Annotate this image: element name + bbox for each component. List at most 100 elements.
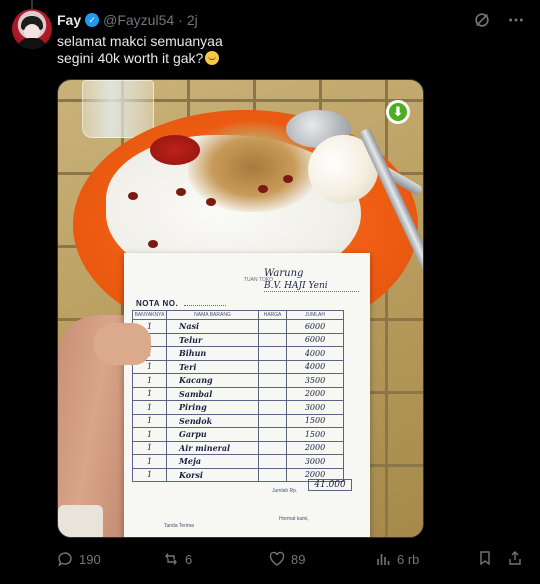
reply-icon: [58, 552, 72, 567]
receipt-row: 1 Meja 3000: [132, 454, 344, 469]
receipt-row: 1 Kacang 3500: [132, 373, 344, 388]
receipt-item-total: 6000: [286, 333, 344, 347]
receipt-item-price: [258, 454, 287, 469]
receipt-item-total: 1500: [286, 414, 344, 428]
views-button[interactable]: 6 rb: [375, 549, 419, 569]
receipt-qty: 1: [132, 373, 167, 388]
heart-icon: [269, 551, 285, 566]
receipt-tanda-terima: Tanda Terima: [164, 523, 194, 529]
receipt-item-price: [258, 373, 287, 388]
separator-dot: ·: [178, 12, 183, 28]
tweet-photo[interactable]: ⬇ TUAN TOKO Warung B.V. HAJI Yeni NOTA N…: [57, 79, 424, 538]
tweet-text-line-2: segini 40k worth it gak?: [57, 50, 204, 66]
receipt-row: 1 Nasi 6000: [132, 319, 344, 334]
repost-icon: [165, 553, 177, 565]
receipt-item-price: [258, 319, 287, 334]
bookmark-icon: [480, 550, 490, 565]
peanut: [283, 175, 293, 183]
sambal-topping: [150, 135, 200, 165]
receipt-item-name: Air mineral: [166, 441, 259, 455]
receipt-qty: 1: [132, 468, 167, 482]
receipt-item-name: Piring: [166, 400, 259, 415]
receipt-item-total: 1500: [286, 427, 344, 442]
like-count: 89: [291, 551, 306, 567]
receipt-item-total: 6000: [286, 319, 344, 334]
receipt-item-total: 2000: [286, 441, 344, 455]
download-button[interactable]: ⬇: [386, 100, 410, 124]
tweet-top-actions: [472, 10, 526, 30]
receipt-col-header: NAMA BARANG: [166, 310, 259, 320]
receipt-item-name: Teri: [166, 360, 259, 374]
receipt-col-header: HARGA: [258, 310, 287, 320]
sleeve: [58, 505, 103, 537]
receipt-item-name: Sendok: [166, 414, 259, 428]
author-handle[interactable]: @Fayzul54: [103, 12, 174, 28]
receipt-item-total: 4000: [286, 360, 344, 374]
receipt-row: 1 Air mineral 2000: [132, 441, 344, 455]
receipt-qty: 1: [132, 400, 167, 415]
reply-button[interactable]: 190: [57, 549, 101, 569]
views-chart-icon: [377, 554, 390, 565]
more-options-icon[interactable]: [506, 10, 526, 30]
peanut: [206, 198, 216, 206]
tweet-action-bar: 190 6 89 6 rb: [57, 549, 527, 569]
receipt-item-price: [258, 468, 287, 482]
receipt-item-price: [258, 400, 287, 415]
receipt-row: 1 Garpu 1500: [132, 427, 344, 442]
receipt-item-name: Kacang: [166, 373, 259, 388]
receipt-hormat-kami: Hormat kami,: [279, 516, 309, 522]
receipt-item-name: Garpu: [166, 427, 259, 442]
receipt-row: 1Bihun4000: [132, 346, 344, 361]
receipt-qty: 1: [132, 441, 167, 455]
share-button[interactable]: [507, 550, 523, 569]
receipt-item-price: [258, 441, 287, 455]
peanut: [258, 185, 268, 193]
grok-icon[interactable]: [472, 10, 492, 30]
receipt-item-name: Telur: [166, 333, 259, 347]
download-arrow-icon: ⬇: [389, 103, 407, 121]
peanut: [176, 188, 186, 196]
verified-badge-icon: ✓: [85, 13, 100, 27]
receipt-item-name: Meja: [166, 454, 259, 469]
receipt-item-price: [258, 360, 287, 374]
repost-count: 6: [185, 551, 193, 567]
receipt-shop-name-2: B.V. HAJI Yeni: [264, 281, 328, 291]
receipt-item-price: [258, 427, 287, 442]
avatar[interactable]: [12, 9, 52, 49]
receipt-qty: 1: [132, 387, 167, 401]
receipt: TUAN TOKO Warung B.V. HAJI Yeni NOTA NO.…: [124, 253, 370, 537]
drinking-glass: [82, 80, 154, 138]
receipt-item-total: 3000: [286, 400, 344, 415]
receipt-qty: 1: [132, 427, 167, 442]
peanut: [148, 240, 158, 248]
receipt-item-name: Bihun: [166, 346, 259, 361]
receipt-nota-label: NOTA NO.: [136, 299, 179, 308]
like-button[interactable]: 89: [269, 549, 305, 569]
receipt-row: 1 Piring 3000: [132, 400, 344, 415]
bookmark-button[interactable]: [477, 550, 493, 569]
receipt-shop-name-1: Warung: [264, 268, 304, 279]
tweet-secondary-actions: [477, 549, 523, 569]
repost-button[interactable]: 6: [163, 549, 192, 569]
receipt-item-price: [258, 414, 287, 428]
relieved-face-emoji-icon: [205, 51, 220, 65]
share-icon: [509, 550, 521, 565]
tweet-time[interactable]: 2j: [187, 12, 198, 28]
receipt-item-name: Korsi: [166, 468, 259, 482]
receipt-item-price: [258, 387, 287, 401]
receipt-item-name: Sambal: [166, 387, 259, 401]
receipt-row: 1Telur6000: [132, 333, 344, 347]
receipt-item-total: 3500: [286, 373, 344, 388]
receipt-item-total: 2000: [286, 387, 344, 401]
author-name[interactable]: Fay: [57, 12, 81, 28]
receipt-col-header: JUMLAH: [286, 310, 344, 320]
views-count: 6 rb: [397, 551, 420, 567]
receipt-row: 1 Teri 4000: [132, 360, 344, 374]
receipt-qty: 1: [132, 454, 167, 469]
receipt-shop-underline: [264, 291, 359, 292]
receipt-row: 1 Sambal 2000: [132, 387, 344, 401]
receipt-rows: 1Nasi60001Telur60001Bihun40001Teri40001K…: [132, 319, 344, 482]
reply-count: 190: [79, 551, 101, 567]
receipt-item-price: [258, 346, 287, 361]
receipt-item-total: 4000: [286, 346, 344, 361]
